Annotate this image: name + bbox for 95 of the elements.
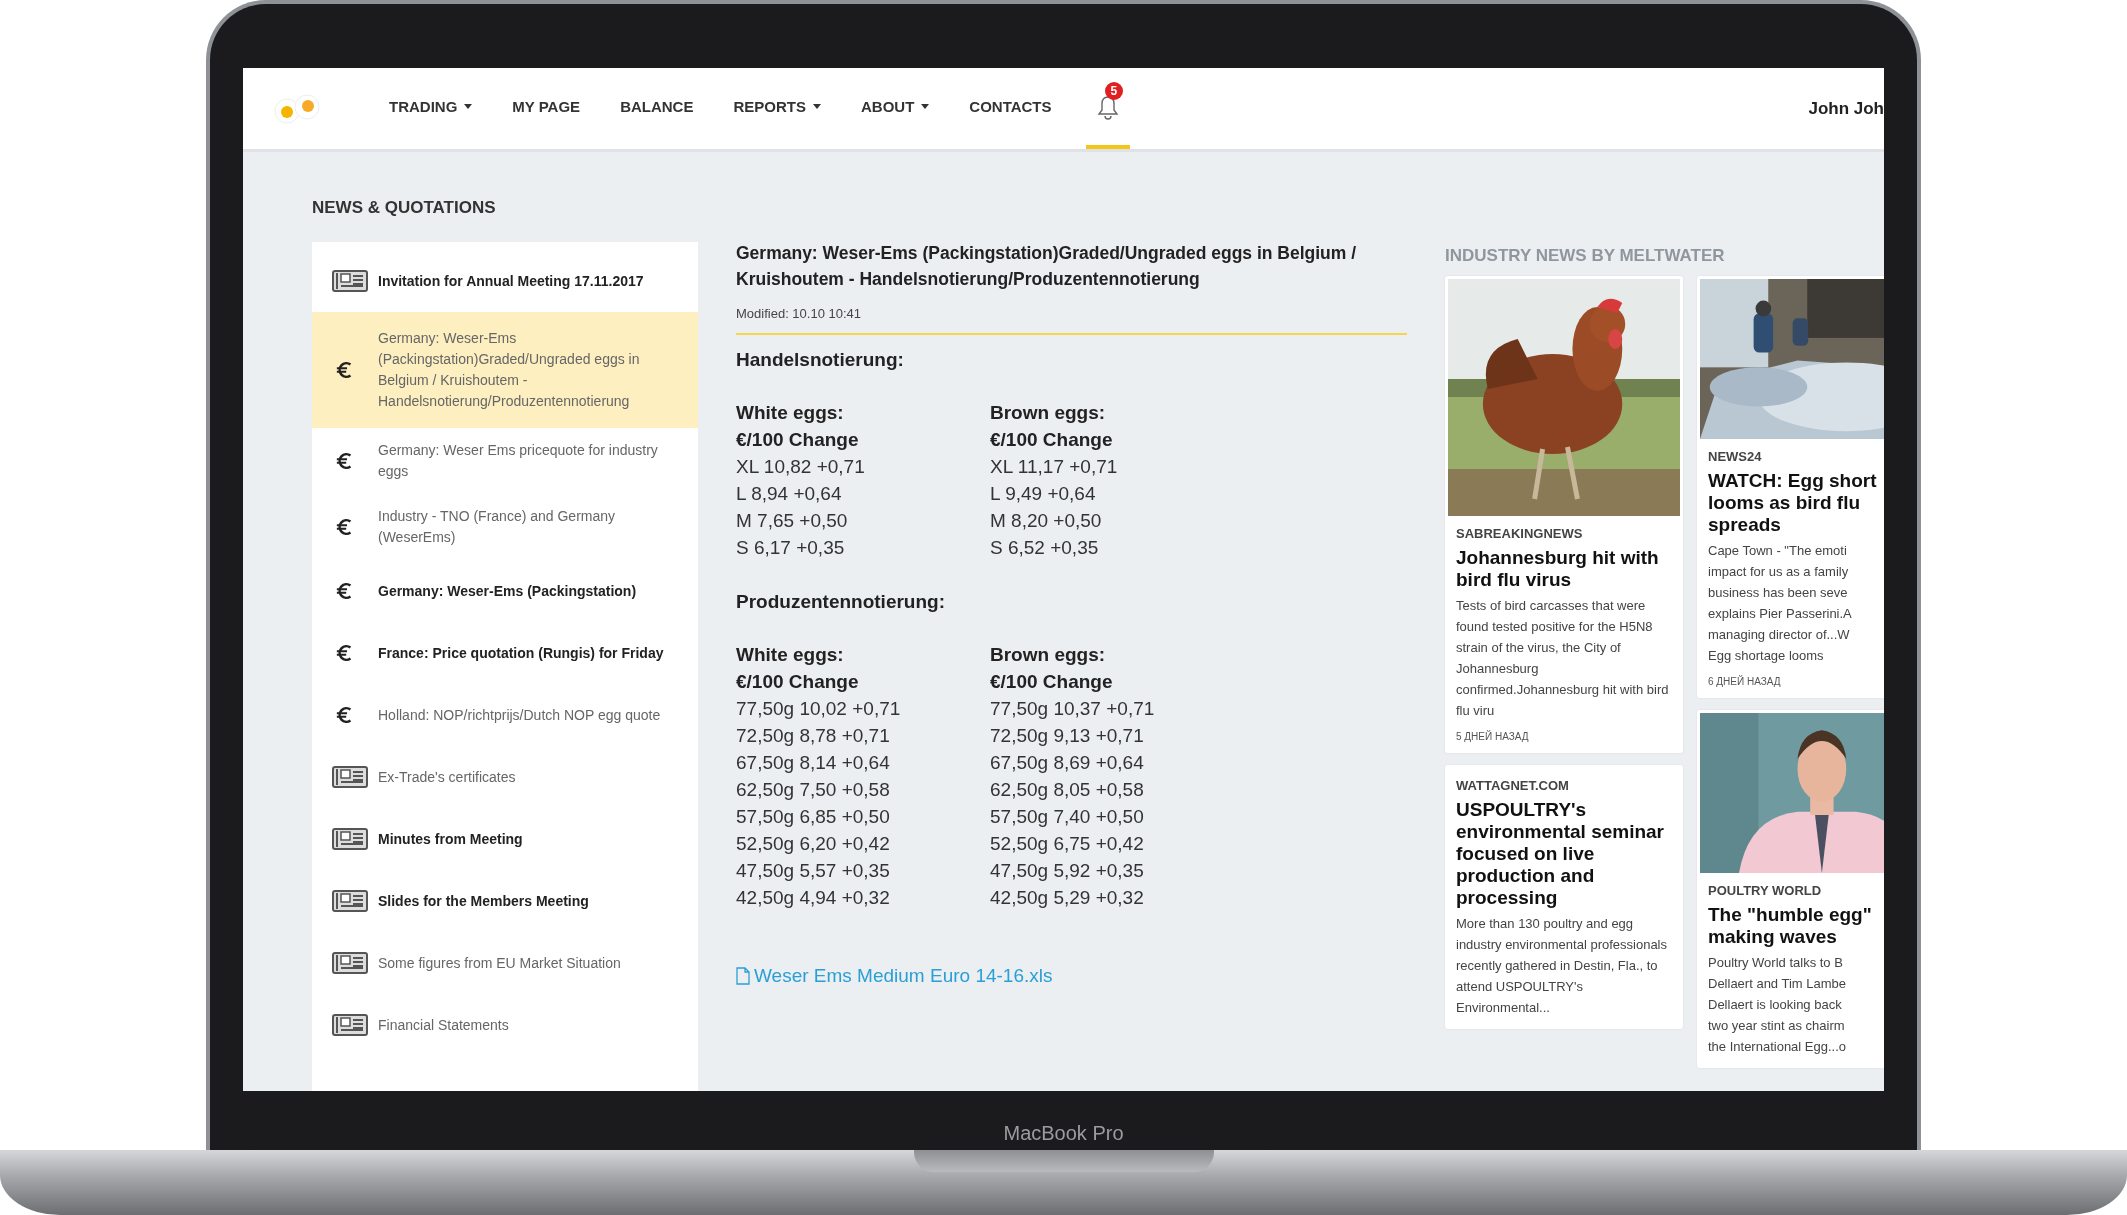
news-list-item[interactable]: France: Price quotation (Rungis) for Friday: [312, 622, 698, 684]
price-row-text: 52,50g 6,20 +0,42: [736, 832, 891, 856]
euro-icon: [336, 581, 353, 601]
news-list-item[interactable]: Slides for the Members Meeting: [312, 870, 698, 932]
section-heading: Produzentennotierung:: [736, 591, 946, 613]
newspaper-icon: [332, 766, 368, 788]
section-title: NEWS & QUOTATIONS: [312, 198, 497, 218]
column-heading: White eggs:: [736, 643, 845, 667]
nav-menu-item[interactable]: ABOUT: [861, 68, 930, 149]
user-name[interactable]: John Joh: [1808, 98, 1884, 119]
news-list-item[interactable]: Some figures from EU Market Situation: [312, 932, 698, 994]
price-row-text: L 9,49 +0,64: [990, 482, 1097, 506]
news-excerpt: Cape Town - "The emoti impact for us as a family business has been seve explains Pier Passerini.A managing director of...W Egg shortage looms: [1708, 542, 1853, 665]
nav-menu-item[interactable]: REPORTS: [733, 68, 821, 149]
news-time: 5 ДНЕЙ НАЗАД: [1456, 731, 1530, 742]
article-title: Germany: Weser-Ems (Packingstation)Graded/Ungraded eggs in Belgium / Kruishoutem - Handelsnotierung/Produzentennotierung: [736, 242, 1358, 291]
column-subheading: €/100 Change: [990, 670, 1114, 694]
news-card[interactable]: [1445, 276, 1683, 753]
price-row-text: 77,50g 10,37 +0,71: [990, 697, 1156, 721]
column-heading: White eggs:: [736, 401, 845, 425]
price-row-text: 77,50g 10,02 +0,71: [736, 697, 902, 721]
news-source: POULTRY WORLD: [1708, 883, 1823, 898]
nav-menu-item[interactable]: BALANCE: [620, 68, 694, 149]
price-row-text: 67,50g 8,14 +0,64: [736, 751, 891, 775]
news-list-item[interactable]: Industry - TNO (France) and Germany (WeserEms): [312, 494, 698, 560]
caret-icon: [921, 104, 930, 109]
price-row-text: 42,50g 5,29 +0,32: [990, 886, 1145, 910]
column-subheading: €/100 Change: [736, 428, 860, 452]
news-headline[interactable]: WATCH: Egg short looms as bird flu spreads: [1708, 470, 1884, 536]
news-list-item[interactable]: Invitation for Annual Meeting 17.11.2017: [312, 250, 698, 312]
price-row-text: 57,50g 6,85 +0,50: [736, 805, 891, 829]
news-excerpt: More than 130 poultry and egg industry environmental professionals recently gathered in Destin, Fla., to attend USPOULTRY's Environmental...: [1456, 915, 1668, 1017]
news-headline[interactable]: Johannesburg hit with bird flu virus: [1456, 547, 1672, 591]
news-headline[interactable]: USPOULTRY's environmental seminar focused on live production and processing: [1456, 799, 1672, 909]
price-row-text: 62,50g 7,50 +0,58: [736, 778, 891, 802]
modified-date: Modified: 10.10 10:41: [736, 306, 863, 321]
price-row-text: S 6,17 +0,35: [736, 536, 846, 560]
price-row-text: XL 10,82 +0,71: [736, 455, 866, 479]
column-heading: Brown eggs:: [990, 401, 1107, 425]
euro-icon: [336, 451, 353, 471]
price-row-text: L 8,94 +0,64: [736, 482, 843, 506]
notifications-button[interactable]: 5: [1085, 68, 1130, 149]
news-source: NEWS24: [1708, 449, 1763, 464]
column-heading: Brown eggs:: [990, 643, 1107, 667]
caret-icon: [464, 104, 473, 109]
euro-icon: [336, 705, 353, 725]
nav-menu-item[interactable]: MY PAGE: [512, 68, 581, 149]
euro-icon: [336, 517, 353, 537]
price-row-text: 72,50g 8,78 +0,71: [736, 724, 891, 748]
euro-icon: [336, 643, 353, 663]
news-time: 6 ДНЕЙ НАЗАД: [1708, 676, 1782, 687]
news-list-item[interactable]: Financial Statements: [312, 994, 698, 1056]
price-row-text: 47,50g 5,57 +0,35: [736, 859, 891, 883]
price-row-text: 52,50g 6,75 +0,42: [990, 832, 1145, 856]
newspaper-icon: [332, 890, 368, 912]
news-list-item[interactable]: Holland: NOP/richtprijs/Dutch NOP egg quote: [312, 684, 698, 746]
nav-menu-item[interactable]: CONTACTS: [969, 68, 1052, 149]
caret-icon: [813, 104, 821, 109]
news-headline[interactable]: The "humble egg" making waves: [1708, 904, 1884, 948]
news-card[interactable]: [1445, 765, 1683, 1029]
news-source: SABREAKINGNEWS: [1456, 526, 1584, 541]
price-row-text: 57,50g 7,40 +0,50: [990, 805, 1145, 829]
price-row-text: 72,50g 9,13 +0,71: [990, 724, 1145, 748]
news-card[interactable]: [1697, 276, 1884, 698]
price-row-text: M 8,20 +0,50: [990, 509, 1103, 533]
newspaper-icon: [332, 270, 368, 292]
logo-icon: [273, 93, 323, 124]
price-row-text: 47,50g 5,92 +0,35: [990, 859, 1145, 883]
newspaper-icon: [332, 1014, 368, 1036]
price-row-text: S 6,52 +0,35: [990, 536, 1100, 560]
news-section-title: INDUSTRY NEWS BY MELTWATER: [1445, 246, 1726, 266]
price-row-text: 67,50g 8,69 +0,64: [990, 751, 1145, 775]
news-list-item[interactable]: Minutes from Meeting: [312, 808, 698, 870]
news-source: WATTAGNET.COM: [1456, 778, 1570, 793]
news-list-item[interactable]: Germany: Weser Ems pricequote for industry eggs: [312, 428, 698, 494]
newspaper-icon: [332, 952, 368, 974]
news-card[interactable]: POULTRY WORLD The "humble egg" making waves Poultry World talks to B Dellaert and Tim Lambe Dellaert is looking back two year stint as chairm the International Egg...o: [1697, 710, 1884, 1068]
column-subheading: €/100 Change: [990, 428, 1114, 452]
price-row-text: 62,50g 8,05 +0,58: [990, 778, 1145, 802]
section-heading: Handelsnotierung:: [736, 349, 905, 371]
price-row-text: XL 11,17 +0,71: [990, 455, 1119, 479]
news-list-item[interactable]: Germany: Weser-Ems (Packingstation)Graded/Ungraded eggs in Belgium / Kruishoutem - Handelsnotierung/Produzentennotierung: [312, 312, 698, 428]
news-excerpt: Tests of bird carcasses that were found tested positive for the H5N8 strain of the virus, the City of Johannesburg confirmed.Johannesburg hit with bird flu viru: [1456, 597, 1670, 720]
file-icon: [736, 967, 750, 985]
newspaper-icon: [332, 828, 368, 850]
news-list-item[interactable]: Ex-Trade's certificates: [312, 746, 698, 808]
column-subheading: €/100 Change: [736, 670, 860, 694]
price-row-text: 42,50g 4,94 +0,32: [736, 886, 891, 910]
notification-badge: 5: [1104, 82, 1124, 100]
nav-menu-item[interactable]: TRADING: [389, 68, 473, 149]
euro-icon: [336, 360, 353, 380]
news-excerpt: Poultry World talks to B Dellaert and Tim Lambe Dellaert is looking back two year stint as chairm the International Egg...o: [1708, 954, 1848, 1056]
device-label: MacBook Pro: [1003, 1122, 1124, 1145]
news-list-item[interactable]: Germany: Weser-Ems (Packingstation): [312, 560, 698, 622]
price-row-text: M 7,65 +0,50: [736, 509, 849, 533]
